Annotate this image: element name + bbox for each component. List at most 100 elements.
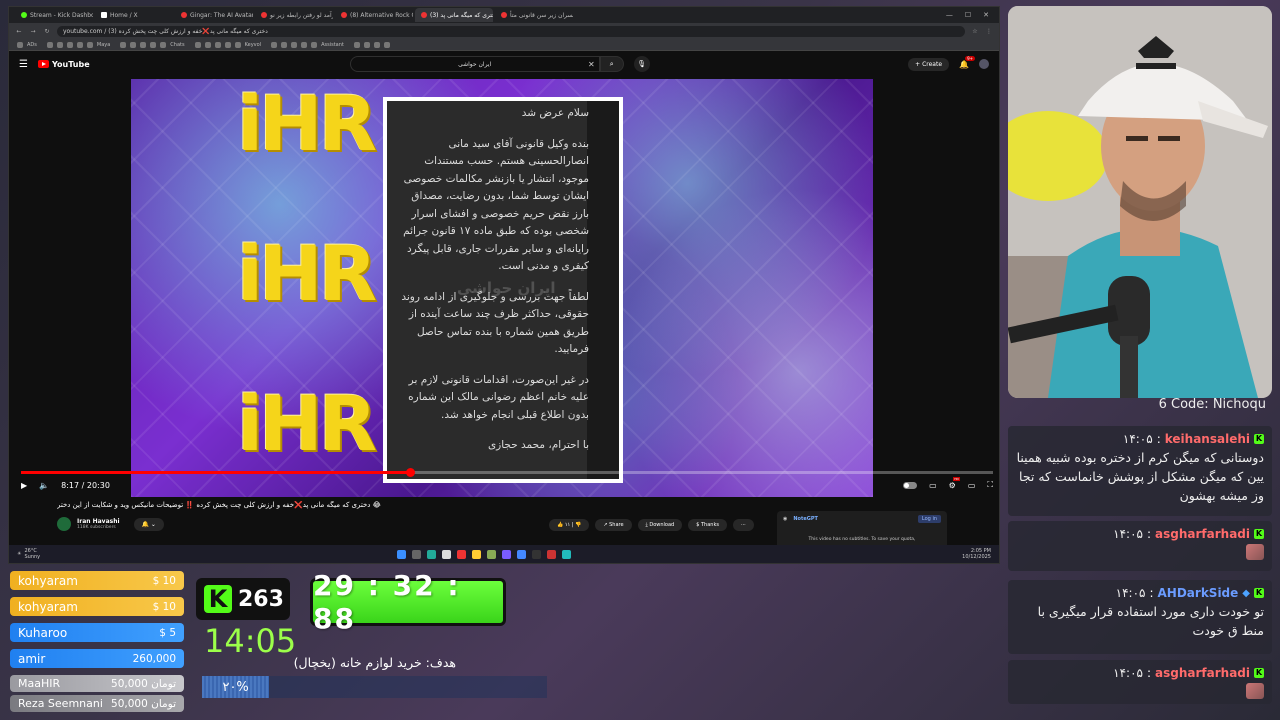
bookmark-icon[interactable] bbox=[214, 41, 221, 48]
user-avatar[interactable] bbox=[979, 59, 989, 69]
bookmark-label[interactable]: ADs bbox=[27, 42, 37, 48]
menu-icon[interactable]: ☰ bbox=[19, 59, 28, 70]
browser-tab[interactable]: (8) Alternative Rock Of The 2 bbox=[335, 8, 413, 22]
bookmark-icon[interactable] bbox=[271, 41, 278, 48]
like-button[interactable]: 👍 ۱۱ | 👎 bbox=[549, 519, 590, 531]
app3-icon[interactable] bbox=[562, 549, 571, 559]
bookmark-icon[interactable] bbox=[311, 41, 318, 48]
youtube-app-icon[interactable] bbox=[457, 549, 466, 559]
thumbs-up-icon: 👍 bbox=[557, 522, 564, 528]
bookmark-icon[interactable] bbox=[291, 41, 298, 48]
bookmark-icon[interactable] bbox=[204, 41, 211, 48]
youtube-wordmark: YouTube bbox=[51, 59, 90, 69]
browser-tab[interactable]: از درآمد لو رفتن رابطه زیر نو bbox=[255, 8, 333, 22]
folder-icon[interactable] bbox=[472, 549, 481, 559]
mic-button[interactable]: 🎙 bbox=[633, 56, 650, 72]
close-icon[interactable]: ✕ bbox=[983, 11, 989, 19]
browser-tab[interactable]: Stream - Kick Dashboard bbox=[15, 8, 93, 22]
chat-username[interactable]: asgharfarhadi bbox=[1155, 527, 1250, 541]
progress-knob[interactable] bbox=[405, 468, 415, 477]
autoplay-toggle[interactable] bbox=[903, 481, 918, 489]
bookmark-icon[interactable] bbox=[46, 41, 53, 48]
browser-tab[interactable]: Gingar: The AI Avatar Generato bbox=[175, 8, 253, 22]
bookmark-label[interactable]: Chats bbox=[170, 42, 184, 48]
weather-widget[interactable]: ☀ 26°C Sunny bbox=[17, 548, 40, 560]
bookmark-label[interactable]: Keyvol bbox=[245, 42, 261, 48]
bookmark-icon[interactable] bbox=[86, 41, 93, 48]
minimize-icon[interactable]: — bbox=[946, 11, 953, 19]
play-icon[interactable]: ▶ bbox=[21, 481, 27, 490]
thanks-button[interactable]: $ Thanks bbox=[688, 519, 727, 531]
fullscreen-icon[interactable]: ⛶ bbox=[987, 480, 993, 490]
download-button[interactable]: ⤓ Download bbox=[637, 519, 683, 531]
bookmark-icon[interactable] bbox=[66, 41, 73, 48]
browser-tab[interactable]: Home / X bbox=[95, 8, 173, 22]
star-icon[interactable]: ☆ bbox=[971, 28, 979, 35]
bookmark-icon[interactable] bbox=[301, 41, 308, 48]
bookmark-icon[interactable] bbox=[234, 41, 241, 48]
bookmark-icon[interactable] bbox=[281, 41, 288, 48]
taskbar-clock[interactable]: 2:05 PM 10/12/2025 bbox=[962, 548, 991, 560]
app-icon[interactable] bbox=[487, 549, 496, 559]
browser-tab[interactable]: اگر پسران زیر سن قانونی متأ bbox=[495, 8, 573, 22]
search-icon[interactable] bbox=[412, 549, 421, 559]
bookmark-icon[interactable] bbox=[56, 41, 63, 48]
reload-icon[interactable]: ↻ bbox=[43, 28, 51, 35]
theater-icon[interactable]: ▭ bbox=[968, 481, 976, 490]
donor-row: Kuharoo $ 5 bbox=[10, 623, 184, 642]
chrome-icon[interactable] bbox=[442, 549, 451, 559]
start-icon[interactable] bbox=[397, 549, 406, 559]
bookmark-icon[interactable] bbox=[130, 41, 137, 48]
bookmark-icon[interactable] bbox=[353, 41, 360, 48]
obs-icon[interactable] bbox=[532, 549, 541, 559]
more-button[interactable]: ⋯ bbox=[732, 519, 754, 531]
chat-username[interactable]: asgharfarhadi bbox=[1155, 666, 1250, 680]
bookmark-icon[interactable] bbox=[363, 41, 370, 48]
menu-icon[interactable]: ⋮ bbox=[985, 28, 993, 35]
bookmark-label[interactable]: Assistant bbox=[321, 42, 344, 48]
bookmark-icon[interactable] bbox=[140, 41, 147, 48]
url-bar[interactable]: youtube.com / (3) دختری که میگه مانی پد❌… bbox=[57, 25, 965, 37]
chat-username[interactable]: AHDarkSide bbox=[1158, 586, 1239, 600]
progress-bar[interactable] bbox=[21, 468, 993, 477]
bookmark-label[interactable]: Maya bbox=[97, 42, 110, 48]
chat-username[interactable]: keihansalehi bbox=[1165, 432, 1250, 446]
bookmark-icon[interactable] bbox=[120, 41, 127, 48]
channel-name[interactable]: Iran Havashi bbox=[77, 518, 120, 525]
bookmark-icon[interactable] bbox=[383, 41, 390, 48]
subtitles-icon[interactable]: ▭ bbox=[929, 481, 937, 490]
notifications-button[interactable]: 🔔 9+ bbox=[959, 55, 975, 69]
notegpt-login-button[interactable]: Log in bbox=[917, 515, 941, 523]
bookmark-icon[interactable] bbox=[194, 41, 201, 48]
forward-icon[interactable]: → bbox=[29, 28, 37, 35]
bookmark-icon[interactable] bbox=[150, 41, 157, 48]
chat-text: دوستانی که میگن کرم از دختره بوده شبیه ه… bbox=[1016, 450, 1264, 503]
discord-icon[interactable] bbox=[502, 549, 511, 559]
clear-icon[interactable]: ✕ bbox=[588, 60, 595, 69]
subscribed-bell-button[interactable]: 🔔 ⌄ bbox=[133, 517, 164, 531]
browser-tab[interactable]: (3) دختری که میگه مانی پد bbox=[415, 8, 493, 22]
video-player[interactable]: iHR iHR iHR سلام عرض شد بنده وکیل قانونی … bbox=[131, 79, 873, 497]
share-button[interactable]: ↗ Share bbox=[595, 519, 632, 531]
bookmark-icon[interactable] bbox=[76, 41, 83, 48]
channel-avatar[interactable] bbox=[57, 517, 71, 531]
youtube-logo[interactable]: YouTube bbox=[37, 59, 90, 69]
create-button[interactable]: + Create bbox=[908, 57, 950, 71]
thumbs-down-icon[interactable]: 👎 bbox=[575, 522, 581, 528]
youtube-header: ☰ YouTube ایران حواشی ✕ ⌕ 🎙 + Create 🔔 9… bbox=[9, 51, 999, 77]
search-input[interactable]: ایران حواشی ✕ bbox=[349, 56, 600, 72]
maximize-icon[interactable]: ☐ bbox=[965, 11, 971, 19]
settings-icon[interactable]: ⚙ HD bbox=[949, 476, 960, 490]
edge-icon[interactable] bbox=[427, 549, 436, 559]
bookmark-icon[interactable] bbox=[160, 41, 167, 48]
bookmark-icon[interactable] bbox=[17, 41, 23, 48]
goal-bar: ۲۰% bbox=[202, 676, 547, 698]
back-icon[interactable]: ← bbox=[15, 28, 23, 35]
tab-favicon-icon bbox=[21, 12, 27, 18]
telegram-icon[interactable] bbox=[517, 549, 526, 559]
volume-icon[interactable]: 🔈 bbox=[39, 481, 49, 490]
bookmark-icon[interactable] bbox=[224, 41, 231, 48]
bookmark-icon[interactable] bbox=[373, 41, 380, 48]
search-button[interactable]: ⌕ bbox=[599, 56, 624, 72]
app2-icon[interactable] bbox=[547, 549, 556, 559]
